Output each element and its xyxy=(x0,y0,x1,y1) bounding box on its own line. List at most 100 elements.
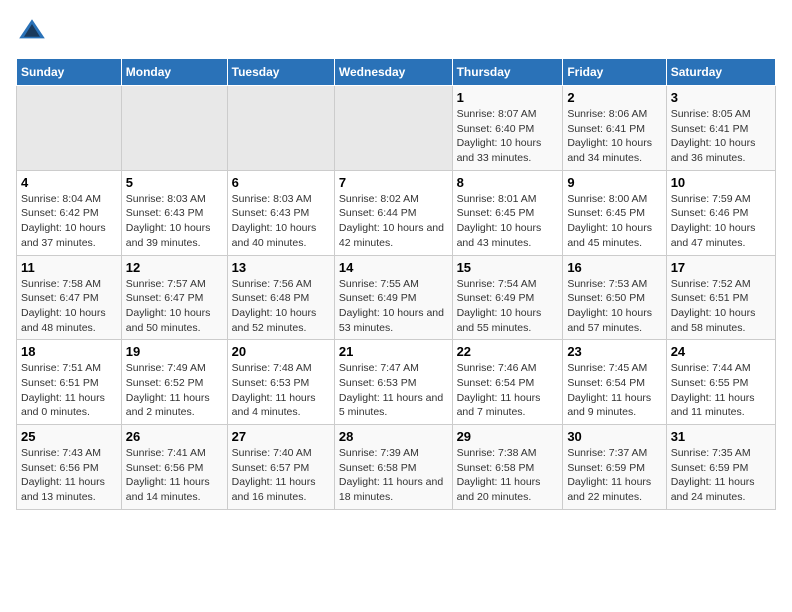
date-number: 17 xyxy=(671,260,771,275)
calendar-cell: 2Sunrise: 8:06 AMSunset: 6:41 PMDaylight… xyxy=(563,86,666,171)
cell-info: Sunrise: 7:49 AMSunset: 6:52 PMDaylight:… xyxy=(126,362,210,418)
date-number: 26 xyxy=(126,429,223,444)
calendar-cell: 11 Sunrise: 7:58 AMSunset: 6:47 PMDayligh… xyxy=(17,255,122,340)
day-header: Sunday xyxy=(17,59,122,86)
day-header: Friday xyxy=(563,59,666,86)
calendar-cell: 9 Sunrise: 8:00 AMSunset: 6:45 PMDaylight… xyxy=(563,170,666,255)
logo-icon xyxy=(16,16,48,48)
date-number: 27 xyxy=(232,429,330,444)
cell-info: Sunrise: 7:46 AMSunset: 6:54 PMDaylight:… xyxy=(457,362,541,418)
cell-info: Sunrise: 7:52 AMSunset: 6:51 PMDaylight:… xyxy=(671,278,756,334)
cell-info: Sunrise: 8:03 AMSunset: 6:43 PMDaylight:… xyxy=(126,193,211,249)
cell-info: Sunrise: 7:41 AMSunset: 6:56 PMDaylight:… xyxy=(126,447,210,503)
day-header: Wednesday xyxy=(334,59,452,86)
date-number: 24 xyxy=(671,344,771,359)
cell-info: Sunrise: 8:01 AMSunset: 6:45 PMDaylight:… xyxy=(457,193,542,249)
date-number: 15 xyxy=(457,260,559,275)
calendar-cell: 5 Sunrise: 8:03 AMSunset: 6:43 PMDaylight… xyxy=(121,170,227,255)
date-number: 16 xyxy=(567,260,661,275)
cell-info: Sunrise: 8:04 AMSunset: 6:42 PMDaylight:… xyxy=(21,193,106,249)
cell-info: Sunrise: 7:55 AMSunset: 6:49 PMDaylight:… xyxy=(339,278,444,334)
date-number: 28 xyxy=(339,429,448,444)
cell-info: Sunrise: 7:47 AMSunset: 6:53 PMDaylight:… xyxy=(339,362,443,418)
date-number: 11 xyxy=(21,260,117,275)
calendar-cell: 6 Sunrise: 8:03 AMSunset: 6:43 PMDaylight… xyxy=(227,170,334,255)
calendar-table: SundayMondayTuesdayWednesdayThursdayFrid… xyxy=(16,58,776,510)
calendar-cell: 12 Sunrise: 7:57 AMSunset: 6:47 PMDayligh… xyxy=(121,255,227,340)
date-number: 18 xyxy=(21,344,117,359)
calendar-cell: 4 Sunrise: 8:04 AMSunset: 6:42 PMDaylight… xyxy=(17,170,122,255)
calendar-cell: 31 Sunrise: 7:35 AMSunset: 6:59 PMDayligh… xyxy=(666,425,775,510)
calendar-week-row: 1Sunrise: 8:07 AMSunset: 6:40 PMDaylight… xyxy=(17,86,776,171)
cell-info: Sunrise: 7:35 AMSunset: 6:59 PMDaylight:… xyxy=(671,447,755,503)
cell-info: Sunrise: 7:59 AMSunset: 6:46 PMDaylight:… xyxy=(671,193,756,249)
header xyxy=(16,16,776,48)
cell-info: Sunrise: 7:58 AMSunset: 6:47 PMDaylight:… xyxy=(21,278,106,334)
calendar-cell xyxy=(334,86,452,171)
date-number: 5 xyxy=(126,175,223,190)
calendar-cell: 7 Sunrise: 8:02 AMSunset: 6:44 PMDaylight… xyxy=(334,170,452,255)
calendar-cell: 21 Sunrise: 7:47 AMSunset: 6:53 PMDayligh… xyxy=(334,340,452,425)
date-number: 10 xyxy=(671,175,771,190)
date-number: 2 xyxy=(567,90,661,105)
date-number: 20 xyxy=(232,344,330,359)
date-number: 31 xyxy=(671,429,771,444)
calendar-cell xyxy=(17,86,122,171)
calendar-cell: 3 Sunrise: 8:05 AMSunset: 6:41 PMDaylight… xyxy=(666,86,775,171)
cell-info: Sunrise: 8:03 AMSunset: 6:43 PMDaylight:… xyxy=(232,193,317,249)
calendar-cell: 25Sunrise: 7:43 AMSunset: 6:56 PMDayligh… xyxy=(17,425,122,510)
cell-info: Sunrise: 7:37 AMSunset: 6:59 PMDaylight:… xyxy=(567,447,651,503)
date-number: 1 xyxy=(457,90,559,105)
calendar-cell: 10 Sunrise: 7:59 AMSunset: 6:46 PMDayligh… xyxy=(666,170,775,255)
cell-info: Sunrise: 7:54 AMSunset: 6:49 PMDaylight:… xyxy=(457,278,542,334)
cell-info: Sunrise: 7:38 AMSunset: 6:58 PMDaylight:… xyxy=(457,447,541,503)
calendar-week-row: 11 Sunrise: 7:58 AMSunset: 6:47 PMDayligh… xyxy=(17,255,776,340)
date-number: 3 xyxy=(671,90,771,105)
logo xyxy=(16,16,52,48)
calendar-cell: 14 Sunrise: 7:55 AMSunset: 6:49 PMDayligh… xyxy=(334,255,452,340)
date-number: 4 xyxy=(21,175,117,190)
date-number: 19 xyxy=(126,344,223,359)
cell-info: Sunrise: 7:51 AMSunset: 6:51 PMDaylight:… xyxy=(21,362,105,418)
calendar-cell xyxy=(227,86,334,171)
calendar-cell: 28 Sunrise: 7:39 AMSunset: 6:58 PMDayligh… xyxy=(334,425,452,510)
calendar-cell: 1Sunrise: 8:07 AMSunset: 6:40 PMDaylight… xyxy=(452,86,563,171)
calendar-week-row: 18 Sunrise: 7:51 AMSunset: 6:51 PMDayligh… xyxy=(17,340,776,425)
date-number: 22 xyxy=(457,344,559,359)
calendar-cell: 20Sunrise: 7:48 AMSunset: 6:53 PMDayligh… xyxy=(227,340,334,425)
cell-info: Sunrise: 8:02 AMSunset: 6:44 PMDaylight:… xyxy=(339,193,444,249)
calendar-cell: 29 Sunrise: 7:38 AMSunset: 6:58 PMDayligh… xyxy=(452,425,563,510)
day-header: Saturday xyxy=(666,59,775,86)
calendar-cell: 22 Sunrise: 7:46 AMSunset: 6:54 PMDayligh… xyxy=(452,340,563,425)
day-header: Tuesday xyxy=(227,59,334,86)
date-number: 12 xyxy=(126,260,223,275)
calendar-cell: 30Sunrise: 7:37 AMSunset: 6:59 PMDayligh… xyxy=(563,425,666,510)
cell-info: Sunrise: 7:45 AMSunset: 6:54 PMDaylight:… xyxy=(567,362,651,418)
day-header: Monday xyxy=(121,59,227,86)
date-number: 23 xyxy=(567,344,661,359)
calendar-cell: 18 Sunrise: 7:51 AMSunset: 6:51 PMDayligh… xyxy=(17,340,122,425)
day-header: Thursday xyxy=(452,59,563,86)
cell-info: Sunrise: 7:43 AMSunset: 6:56 PMDaylight:… xyxy=(21,447,105,503)
cell-info: Sunrise: 7:56 AMSunset: 6:48 PMDaylight:… xyxy=(232,278,317,334)
date-number: 14 xyxy=(339,260,448,275)
cell-info: Sunrise: 8:00 AMSunset: 6:45 PMDaylight:… xyxy=(567,193,652,249)
calendar-cell: 16 Sunrise: 7:53 AMSunset: 6:50 PMDayligh… xyxy=(563,255,666,340)
date-number: 7 xyxy=(339,175,448,190)
date-number: 29 xyxy=(457,429,559,444)
cell-info: Sunrise: 7:39 AMSunset: 6:58 PMDaylight:… xyxy=(339,447,443,503)
date-number: 8 xyxy=(457,175,559,190)
date-number: 21 xyxy=(339,344,448,359)
date-number: 13 xyxy=(232,260,330,275)
calendar-cell xyxy=(121,86,227,171)
date-number: 6 xyxy=(232,175,330,190)
calendar-cell: 17 Sunrise: 7:52 AMSunset: 6:51 PMDayligh… xyxy=(666,255,775,340)
calendar-cell: 24Sunrise: 7:44 AMSunset: 6:55 PMDayligh… xyxy=(666,340,775,425)
calendar-cell: 13 Sunrise: 7:56 AMSunset: 6:48 PMDayligh… xyxy=(227,255,334,340)
cell-info: Sunrise: 7:40 AMSunset: 6:57 PMDaylight:… xyxy=(232,447,316,503)
cell-info: Sunrise: 8:05 AMSunset: 6:41 PMDaylight:… xyxy=(671,108,756,164)
cell-info: Sunrise: 7:53 AMSunset: 6:50 PMDaylight:… xyxy=(567,278,652,334)
cell-info: Sunrise: 7:57 AMSunset: 6:47 PMDaylight:… xyxy=(126,278,211,334)
date-number: 9 xyxy=(567,175,661,190)
calendar-cell: 27 Sunrise: 7:40 AMSunset: 6:57 PMDayligh… xyxy=(227,425,334,510)
